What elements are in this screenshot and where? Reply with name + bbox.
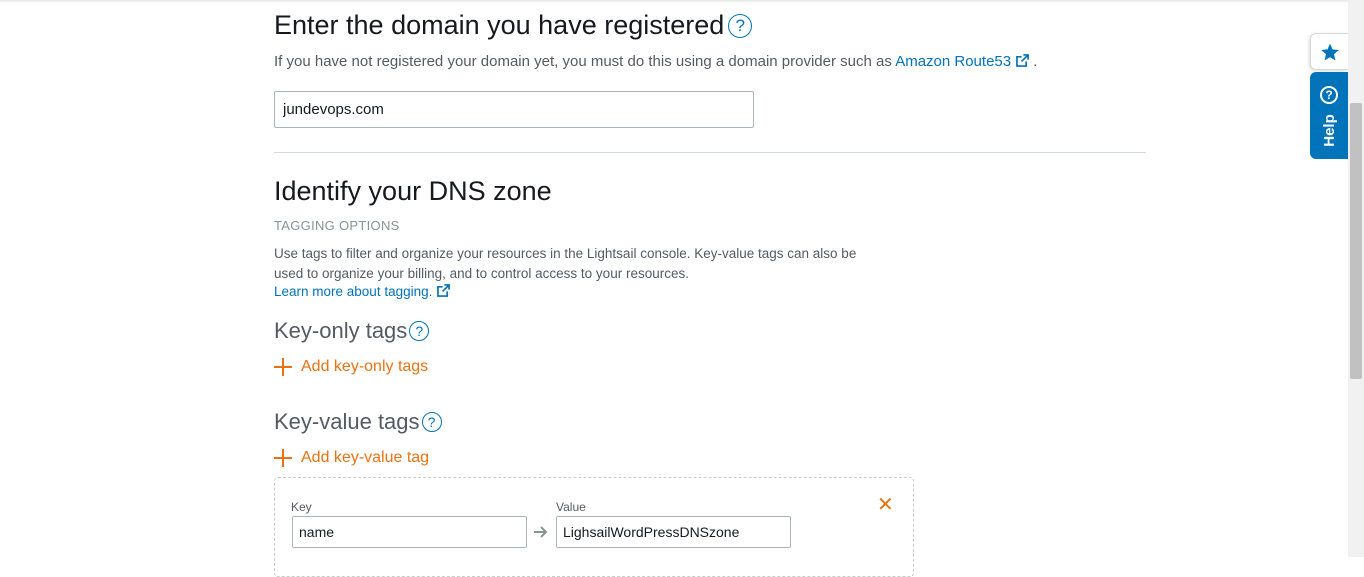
key-only-tags-title-row: Key-only tags ? [274, 318, 430, 344]
close-icon[interactable]: ✕ [877, 495, 894, 515]
domain-section-title-row: Enter the domain you have registered ? [274, 10, 753, 41]
tag-value-input[interactable] [556, 516, 791, 548]
key-only-tags-title: Key-only tags [274, 318, 408, 343]
question-circle-icon[interactable]: ? [421, 412, 442, 432]
external-link-icon [1016, 54, 1030, 67]
domain-section-title: Enter the domain you have registered [274, 10, 725, 40]
domain-description: If you have not registered your domain y… [274, 53, 1037, 70]
question-circle-icon[interactable]: ? [409, 321, 430, 341]
add-key-value-tag-button[interactable]: Add key-value tag [274, 449, 429, 467]
tagging-options-label: TAGGING OPTIONS [274, 218, 400, 233]
route53-link-label: Amazon Route53 [895, 53, 1012, 70]
section-divider [274, 152, 1146, 153]
domain-description-prefix: If you have not registered your domain y… [274, 53, 892, 70]
vertical-scrollbar[interactable] [1348, 0, 1364, 557]
plus-icon [274, 358, 292, 376]
route53-link[interactable]: Amazon Route53 [895, 53, 1030, 70]
help-tab[interactable]: ? Help [1310, 72, 1348, 159]
value-label: Value [556, 500, 586, 514]
add-key-only-tags-label: Add key-only tags [301, 358, 429, 375]
dns-zone-title: Identify your DNS zone [274, 176, 552, 206]
arrow-right-icon [534, 526, 548, 538]
add-key-only-tags-button[interactable]: Add key-only tags [274, 358, 428, 376]
learn-more-tagging-label: Learn more about tagging. [274, 284, 433, 299]
key-value-tag-row: Key Value ✕ [274, 477, 914, 577]
top-shadow [0, 0, 1348, 3]
tag-key-input[interactable] [292, 516, 527, 548]
scrollbar-thumb[interactable] [1350, 103, 1362, 379]
tagging-link-row: Learn more about tagging. [274, 284, 451, 299]
domain-input[interactable] [274, 91, 754, 128]
learn-more-tagging-link[interactable]: Learn more about tagging. [274, 284, 451, 299]
question-circle-icon: ? [1320, 86, 1338, 104]
tagging-description: Use tags to filter and organize your res… [274, 246, 857, 281]
add-key-value-tag-label: Add key-value tag [301, 449, 430, 466]
question-circle-icon[interactable]: ? [728, 13, 753, 38]
domain-description-suffix: . [1033, 53, 1038, 70]
key-value-tags-title: Key-value tags [274, 409, 420, 434]
key-label: Key [291, 500, 312, 514]
help-tab-label: Help [1320, 114, 1338, 147]
key-value-tags-title-row: Key-value tags ? [274, 409, 442, 435]
star-icon [1320, 43, 1339, 60]
plus-icon [274, 449, 292, 467]
favorites-tab[interactable] [1310, 33, 1348, 70]
external-link-icon [437, 284, 451, 297]
